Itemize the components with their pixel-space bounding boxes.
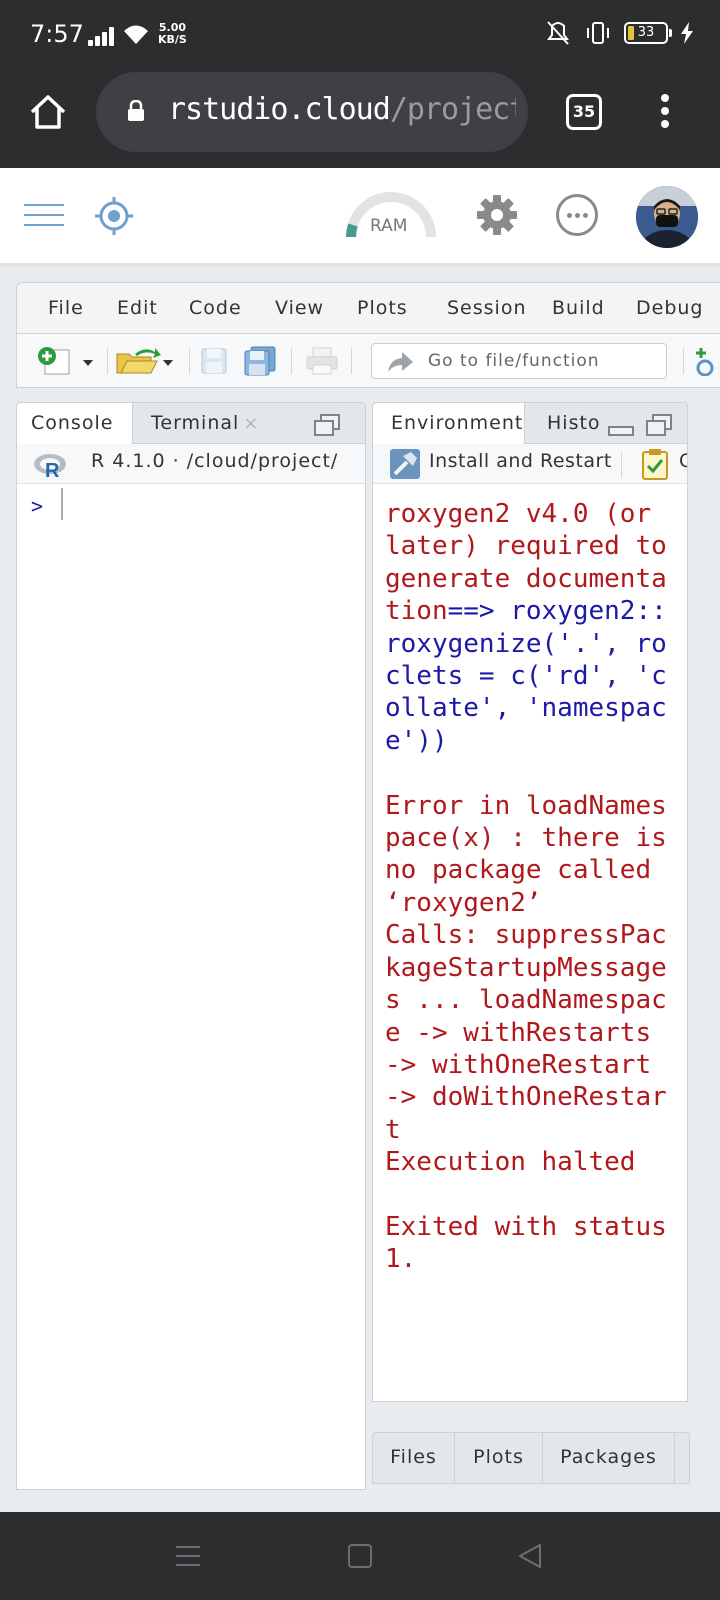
url-text: rstudio.cloud/project/27 bbox=[168, 92, 516, 127]
tab-files[interactable]: Files bbox=[373, 1433, 455, 1483]
network-speed-unit: KB/S bbox=[158, 33, 187, 46]
maximize-pane-icon[interactable] bbox=[313, 413, 341, 437]
exit-status-text: Exited with status 1. bbox=[385, 1211, 683, 1275]
goto-placeholder: Go to file/function bbox=[428, 351, 600, 371]
r-logo-icon: R bbox=[34, 454, 66, 478]
tab-plots[interactable]: Plots bbox=[455, 1433, 543, 1483]
goto-arrow-icon bbox=[388, 352, 413, 372]
console-pane: Console Terminal × R R 4.1.0 · /cloud/pro… bbox=[16, 402, 366, 1490]
more-options-icon[interactable] bbox=[556, 194, 598, 236]
menu-file[interactable]: File bbox=[48, 297, 84, 319]
system-navigation-bar bbox=[0, 1512, 720, 1600]
tab-switcher-button[interactable]: 35 bbox=[566, 94, 602, 130]
console-info-bar: R R 4.1.0 · /cloud/project/ bbox=[16, 444, 366, 484]
lock-icon bbox=[128, 100, 144, 121]
error-text: Error in loadNamespace(x) : there is no … bbox=[385, 790, 667, 1178]
network-speed: 5.00 KB/S bbox=[158, 22, 187, 46]
save-icon[interactable] bbox=[199, 346, 229, 376]
toolbar-separator bbox=[291, 348, 292, 374]
open-file-icon[interactable] bbox=[115, 346, 177, 376]
status-bar: 7:57 5.00 KB/S 33 bbox=[0, 0, 720, 70]
browser-menu-icon[interactable] bbox=[658, 94, 672, 132]
tab-packages[interactable]: Packages bbox=[543, 1433, 675, 1483]
build-output-text: roxygen2 v4.0 (or later) required to gen… bbox=[385, 498, 681, 1276]
menu-edit[interactable]: Edit bbox=[117, 297, 158, 319]
menu-debug[interactable]: Debug bbox=[636, 297, 703, 319]
url-path: /project/27 bbox=[389, 92, 516, 127]
menu-code[interactable]: Code bbox=[189, 297, 242, 319]
recent-apps-icon[interactable] bbox=[176, 1546, 200, 1566]
r-version-path[interactable]: R 4.1.0 · /cloud/project/ bbox=[91, 450, 338, 472]
console-output[interactable]: > bbox=[16, 484, 366, 1490]
environment-pane: Environment Histo Install and Restart ro… bbox=[372, 402, 720, 1412]
toolbar-separator bbox=[621, 452, 622, 478]
tab-history[interactable]: Histo bbox=[533, 403, 615, 445]
build-toolbar: Install and Restart C bbox=[372, 444, 688, 484]
check-button-label[interactable]: C bbox=[679, 450, 687, 472]
signal-icon bbox=[88, 26, 116, 46]
console-prompt: > bbox=[31, 494, 44, 518]
browser-toolbar: rstudio.cloud/project/27 35 bbox=[0, 70, 720, 168]
hammer-icon[interactable] bbox=[389, 448, 421, 480]
back-icon[interactable] bbox=[516, 1542, 544, 1570]
console-cursor bbox=[61, 488, 63, 520]
build-output[interactable]: roxygen2 v4.0 (or later) required to gen… bbox=[372, 484, 688, 1402]
menu-build[interactable]: Build bbox=[552, 297, 605, 319]
files-tab-bar: Files Plots Packages bbox=[372, 1432, 690, 1484]
toolbar-separator bbox=[189, 348, 190, 374]
check-clipboard-icon[interactable] bbox=[641, 448, 669, 480]
url-host: rstudio.cloud bbox=[168, 92, 391, 127]
menu-plots[interactable]: Plots bbox=[357, 297, 408, 319]
tab-environment-label: Environment bbox=[391, 412, 524, 434]
addins-icon[interactable] bbox=[693, 346, 720, 376]
new-file-icon[interactable] bbox=[37, 346, 99, 376]
menu-bar: File Edit Code View Plots Session Build … bbox=[16, 282, 720, 334]
mute-vibrate-icon bbox=[547, 21, 569, 45]
rstudio-cloud-header: RAM bbox=[0, 168, 720, 264]
menu-session[interactable]: Session bbox=[447, 297, 527, 319]
environment-tab-bar: Environment Histo bbox=[372, 402, 688, 445]
project-location-icon[interactable] bbox=[94, 196, 134, 236]
minimize-pane-icon[interactable] bbox=[607, 415, 635, 439]
close-terminal-icon[interactable]: × bbox=[243, 413, 259, 434]
console-tab-bar: Console Terminal × bbox=[16, 402, 366, 445]
address-bar[interactable]: rstudio.cloud/project/27 bbox=[96, 72, 528, 152]
tab-terminal-label: Terminal bbox=[151, 412, 240, 434]
tab-console[interactable]: Console bbox=[17, 403, 133, 445]
wifi-icon bbox=[124, 25, 148, 44]
goto-file-function-input[interactable]: Go to file/function bbox=[371, 343, 667, 379]
home-nav-icon[interactable] bbox=[348, 1544, 372, 1568]
tab-console-label: Console bbox=[31, 412, 114, 434]
tab-terminal[interactable]: Terminal × bbox=[137, 403, 273, 445]
status-time: 7:57 bbox=[30, 20, 84, 48]
battery-icon: 33 bbox=[624, 22, 672, 44]
toolbar-separator bbox=[107, 348, 108, 374]
main-toolbar: Go to file/function bbox=[16, 334, 720, 388]
tab-environment[interactable]: Environment bbox=[373, 403, 525, 445]
charging-icon bbox=[681, 22, 693, 44]
gear-icon[interactable] bbox=[476, 194, 518, 236]
install-restart-button[interactable]: Install and Restart bbox=[429, 450, 612, 472]
save-all-icon[interactable] bbox=[243, 346, 277, 376]
toolbar-separator bbox=[683, 348, 684, 374]
print-icon[interactable] bbox=[305, 346, 339, 376]
home-icon[interactable] bbox=[28, 92, 68, 132]
user-avatar[interactable] bbox=[636, 186, 698, 248]
ram-label: RAM bbox=[370, 216, 408, 236]
vibrate-icon bbox=[587, 22, 609, 44]
toolbar-separator bbox=[351, 348, 352, 374]
menu-view[interactable]: View bbox=[275, 297, 324, 319]
rstudio-ide: File Edit Code View Plots Session Build … bbox=[16, 282, 720, 1510]
tab-history-label: Histo bbox=[547, 412, 601, 434]
maximize-pane-icon[interactable] bbox=[645, 413, 673, 437]
hamburger-menu-icon[interactable] bbox=[24, 204, 64, 228]
svg-text:R: R bbox=[45, 460, 60, 478]
